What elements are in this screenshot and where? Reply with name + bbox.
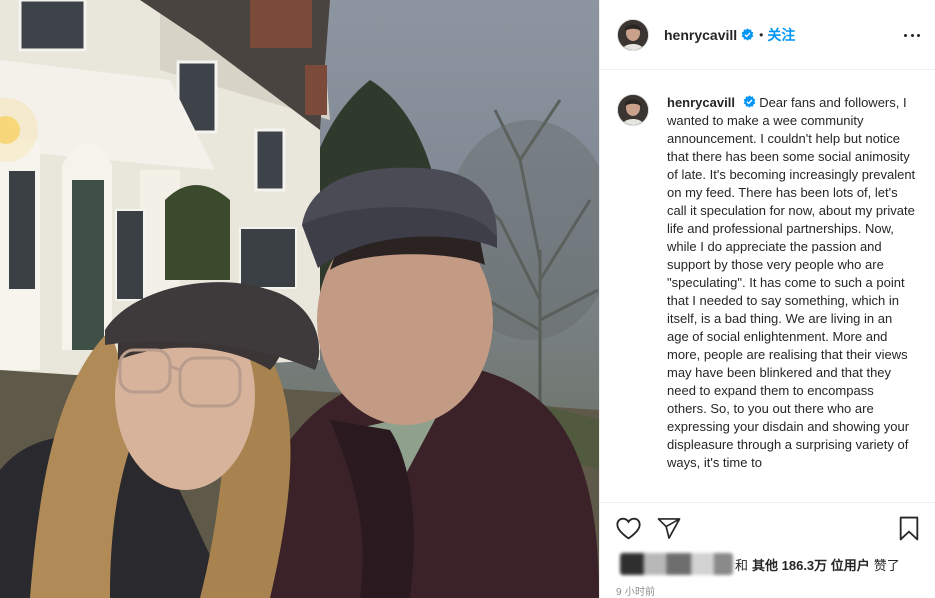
caption-avatar[interactable]: [617, 94, 649, 126]
caption-area: henrycavill Dear fans and followers, I w…: [617, 94, 922, 501]
separator-dot: •: [759, 27, 764, 42]
likes-summary[interactable]: 和 其他 186.3万 位用户 赞了: [620, 553, 900, 575]
more-options-icon[interactable]: [904, 27, 920, 43]
verified-badge-icon: [743, 95, 755, 108]
post-actions: 和 其他 186.3万 位用户 赞了 9 小时前: [600, 502, 935, 598]
follow-button[interactable]: 关注: [767, 25, 795, 45]
post-detail-panel: henrycavill • 关注 henrycavill Dear fans a…: [599, 0, 935, 598]
blurred-liker-names: [620, 553, 733, 575]
post-photo-illustration: [0, 0, 599, 598]
avatar-image: [618, 95, 648, 125]
likes-suffix: 赞了: [873, 557, 900, 573]
caption-text: Dear fans and followers, I wanted to mak…: [667, 95, 916, 470]
likes-others-count[interactable]: 其他 186.3万 位用户: [752, 555, 870, 574]
post-photo[interactable]: [0, 0, 599, 598]
post-caption: henrycavill Dear fans and followers, I w…: [667, 94, 917, 472]
paper-plane-icon[interactable]: [657, 517, 681, 540]
avatar[interactable]: [617, 18, 649, 51]
avatar-image: [618, 19, 648, 50]
post-timestamp[interactable]: 9 小时前: [616, 583, 655, 598]
caption-username[interactable]: henrycavill: [667, 95, 735, 110]
verified-badge-icon: [741, 28, 754, 41]
post-header: henrycavill • 关注: [600, 0, 935, 70]
likes-prefix: 和: [735, 557, 749, 573]
post-username[interactable]: henrycavill: [664, 27, 737, 43]
heart-icon[interactable]: [616, 517, 641, 540]
bookmark-icon[interactable]: [898, 516, 920, 541]
